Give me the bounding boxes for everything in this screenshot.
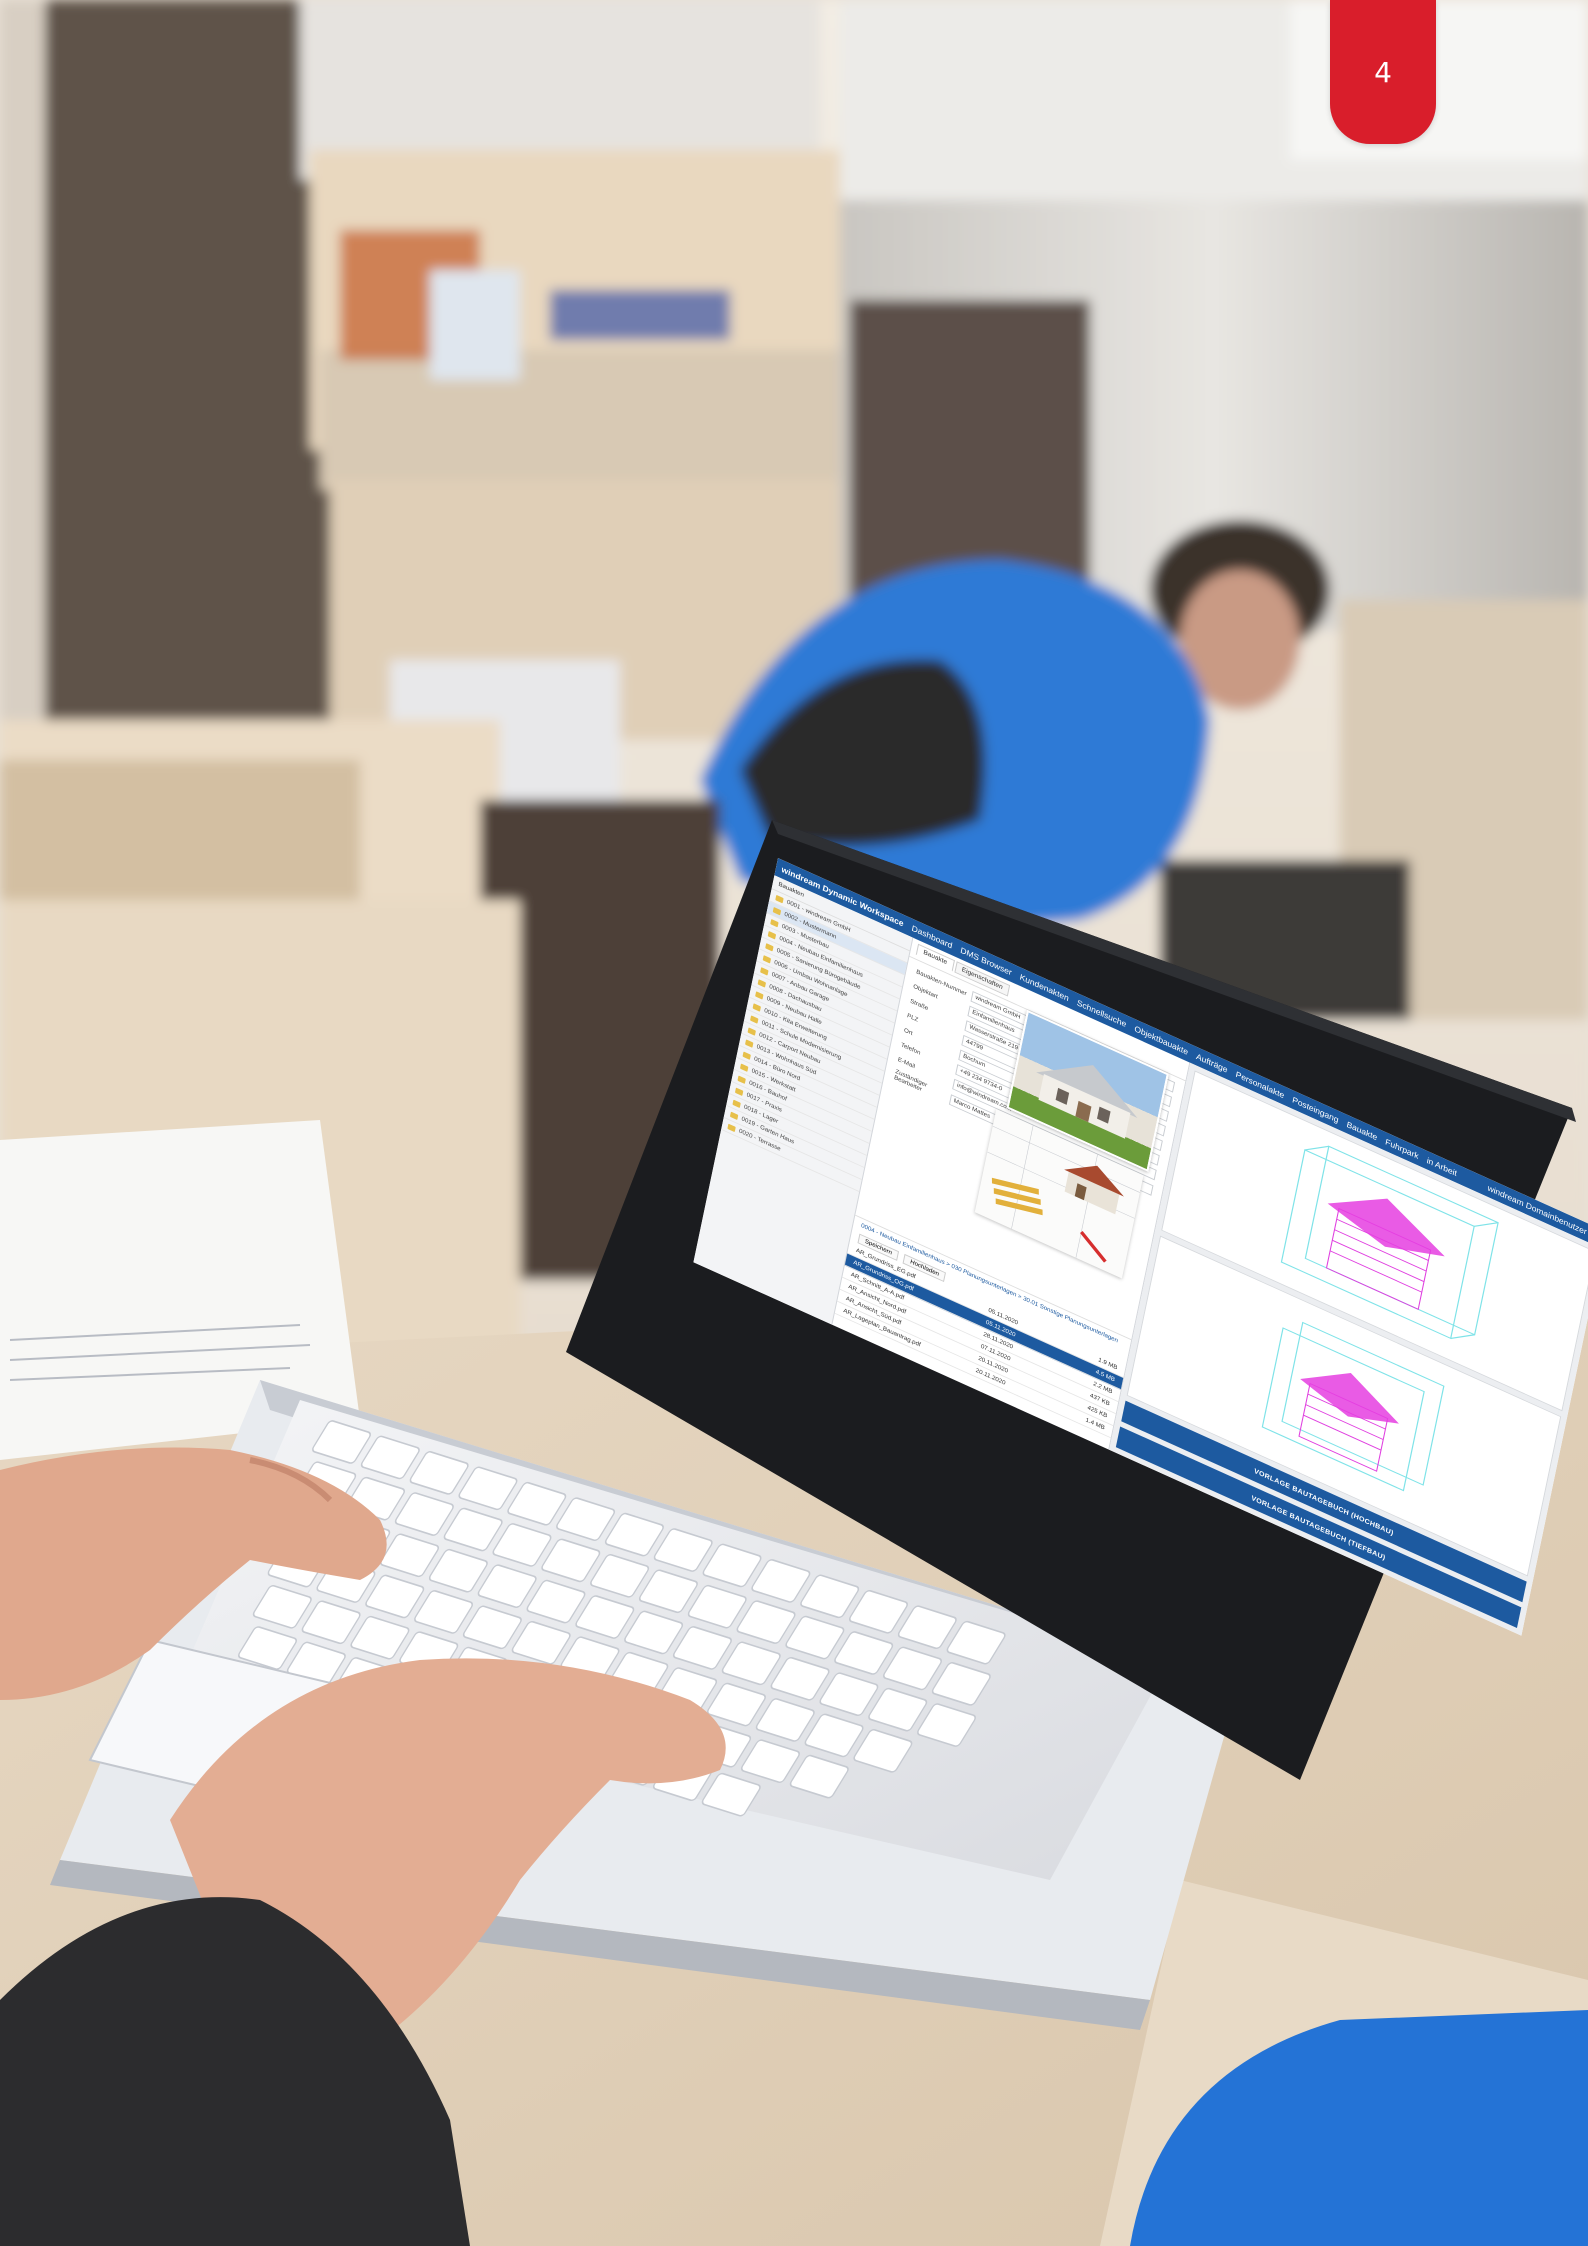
folder-icon bbox=[747, 1026, 757, 1036]
page-number-badge: 4 bbox=[1330, 0, 1436, 144]
page-number: 4 bbox=[1374, 55, 1392, 89]
folder-icon bbox=[770, 918, 779, 928]
folder-icon bbox=[757, 978, 767, 988]
folder-icon bbox=[735, 1087, 744, 1096]
folder-icon bbox=[745, 1038, 754, 1048]
folder-icon bbox=[767, 930, 777, 940]
folder-icon bbox=[755, 990, 764, 1000]
folder-icon bbox=[775, 894, 784, 903]
folder-icon bbox=[740, 1063, 749, 1072]
folder-icon bbox=[772, 906, 782, 915]
folder-icon bbox=[762, 954, 772, 964]
folder-icon bbox=[752, 1002, 762, 1012]
folder-icon bbox=[765, 942, 774, 952]
folder-icon bbox=[732, 1099, 741, 1108]
folder-icon bbox=[727, 1123, 736, 1132]
folder-icon bbox=[742, 1050, 752, 1060]
folder-icon bbox=[737, 1075, 746, 1084]
folder-icon bbox=[729, 1111, 739, 1120]
folder-icon bbox=[750, 1014, 759, 1024]
folder-icon bbox=[760, 966, 769, 976]
